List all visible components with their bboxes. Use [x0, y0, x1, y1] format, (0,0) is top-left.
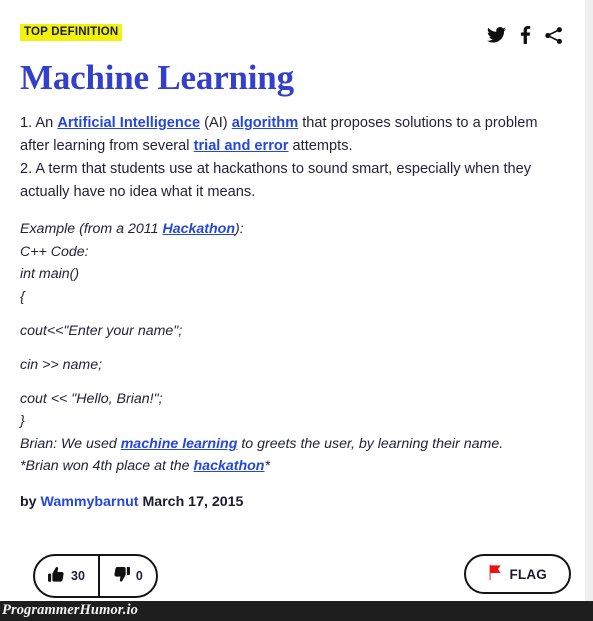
- thumbs-down-icon: [113, 566, 130, 586]
- example-code-language: C++ Code:: [20, 243, 89, 260]
- twitter-share-icon[interactable]: [487, 27, 506, 43]
- definition-1-mid: (AI): [200, 115, 232, 132]
- byline: by Wammybarnut March 17, 2015: [20, 494, 563, 510]
- link-hackathon-2[interactable]: hackathon: [194, 458, 265, 474]
- author-link[interactable]: Wammybarnut: [41, 494, 139, 510]
- flag-button[interactable]: FLAG: [464, 554, 571, 594]
- definition-line-2: 2. A term that students use at hackathon…: [20, 161, 532, 201]
- link-trial-and-error[interactable]: trial and error: [194, 138, 289, 154]
- social-share-group: [487, 26, 563, 44]
- example-narration: Brian: We used machine learning to greet…: [20, 433, 563, 455]
- share-icon[interactable]: [545, 26, 563, 44]
- page-title: Machine Learning: [20, 58, 294, 97]
- definition-page: TOP DEFINITION Machine Learning 1. An Ar…: [0, 0, 593, 621]
- example-spacer-2: [20, 342, 563, 354]
- card-header: TOP DEFINITION: [20, 22, 563, 52]
- watermark-text: ProgrammerHumor.io: [2, 602, 138, 618]
- example-code-cout-2: cout << "Hello, Brian!";: [20, 390, 163, 407]
- action-bar: 30 0 FLAG: [33, 554, 571, 598]
- watermark-bar: ProgrammerHumor.io: [0, 601, 593, 621]
- example-code-open-brace: {: [20, 288, 25, 305]
- downvote-count: 0: [135, 569, 143, 583]
- example-intro-prefix: Example (from a 2011: [20, 221, 163, 238]
- definition-1-prefix: 1. An: [20, 115, 58, 132]
- link-algorithm[interactable]: algorithm: [232, 115, 298, 131]
- definition-1-suffix: attempts.: [288, 138, 353, 155]
- example-narration-suffix: to greets the user, by learning their na…: [237, 435, 504, 452]
- page-right-margin-strip: [585, 0, 593, 601]
- upvote-count: 30: [71, 569, 85, 583]
- example-spacer-3: [20, 376, 563, 388]
- example-footnote: *Brian won 4th place at the hackathon*: [20, 455, 563, 477]
- example-code-cin: cin >> name;: [20, 356, 103, 373]
- flag-icon: [488, 564, 502, 584]
- byline-by-label: by: [20, 493, 41, 510]
- example-code-close-brace: }: [20, 413, 25, 430]
- example-code-cout-1: cout<<"Enter your name";: [20, 322, 183, 339]
- example-narration-prefix: Brian: We used: [20, 435, 121, 452]
- example-footnote-prefix: *Brian won 4th place at the: [20, 458, 194, 475]
- definition-card: TOP DEFINITION Machine Learning 1. An Ar…: [0, 0, 585, 601]
- example-spacer-1: [20, 308, 563, 320]
- example-footnote-suffix: *: [264, 458, 270, 475]
- definition-line-1: 1. An Artificial Intelligence (AI) algor…: [20, 112, 563, 158]
- example-intro-suffix: ):: [235, 221, 244, 238]
- flag-label: FLAG: [509, 566, 547, 582]
- example-intro: Example (from a 2011 Hackathon):: [20, 218, 563, 240]
- downvote-button[interactable]: 0: [97, 556, 156, 596]
- definition-text: 1. An Artificial Intelligence (AI) algor…: [20, 112, 563, 204]
- byline-date: March 17, 2015: [138, 493, 244, 510]
- example-code-main: int main(): [20, 266, 80, 283]
- thumbs-up-icon: [48, 566, 65, 586]
- facebook-share-icon[interactable]: [520, 26, 531, 44]
- link-machine-learning[interactable]: machine learning: [121, 436, 238, 452]
- link-artificial-intelligence[interactable]: Artificial Intelligence: [57, 115, 200, 131]
- upvote-button[interactable]: 30: [35, 556, 98, 596]
- link-hackathon[interactable]: Hackathon: [162, 221, 235, 237]
- top-definition-badge: TOP DEFINITION: [20, 24, 123, 42]
- vote-group: 30 0: [33, 554, 158, 598]
- example-block: Example (from a 2011 Hackathon): C++ Cod…: [20, 218, 563, 477]
